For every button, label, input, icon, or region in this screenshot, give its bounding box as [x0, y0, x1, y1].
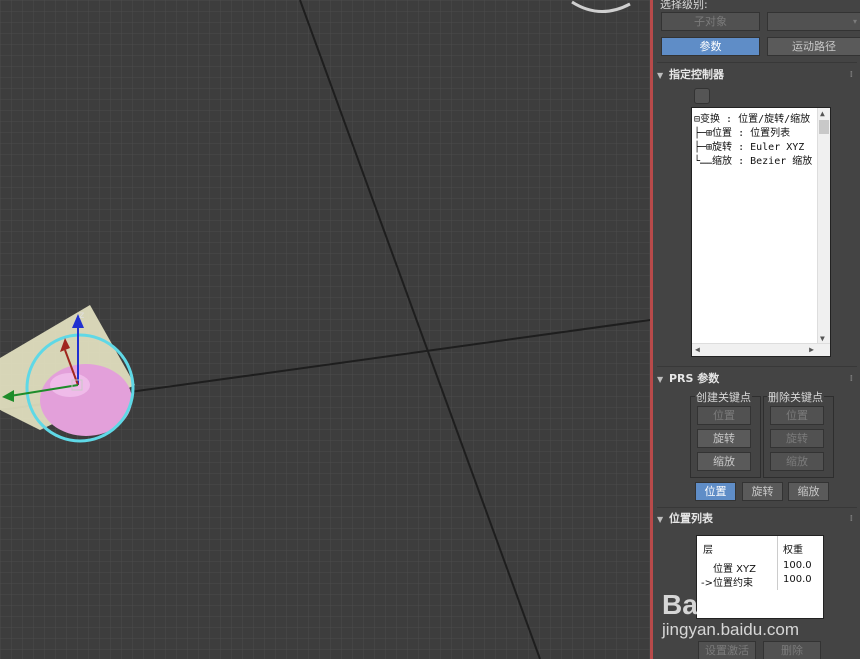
position-list-header[interactable]: ▼ 位置列表 ⁞	[657, 511, 857, 527]
set-active-button[interactable]: 设置激活	[698, 641, 756, 659]
layer-weight[interactable]: 100.0	[783, 574, 812, 585]
delete-scale-key-button[interactable]: 缩放	[770, 452, 824, 471]
viewport-grid: z	[0, 0, 650, 659]
position-list-title: 位置列表	[669, 512, 713, 525]
delete-rotation-key-button[interactable]: 旋转	[770, 429, 824, 448]
tab-params[interactable]: 参数	[661, 37, 760, 56]
sub-object-button[interactable]: 子对象	[661, 12, 760, 31]
delete-layer-button[interactable]: 删除	[763, 641, 821, 659]
assign-controller-title: 指定控制器	[669, 68, 724, 81]
assign-controller-header[interactable]: ▼ 指定控制器 ⁞	[657, 67, 857, 83]
collapse-icon: ▼	[657, 515, 664, 524]
gizmo-axis-label: z	[79, 310, 84, 321]
scroll-left-icon[interactable]: ◀	[695, 345, 700, 354]
command-panel: 选择级别: 子对象 ▾ 参数 运动路径 ▼ 指定控制器 ⁞ ⊟变换 : 位置/旋转…	[653, 0, 860, 659]
create-key-title: 创建关键点	[695, 389, 752, 405]
perspective-viewport[interactable]: z	[0, 0, 650, 659]
create-position-key-button[interactable]: 位置	[697, 406, 751, 425]
baidu-watermark-url: jingyan.baidu.com	[662, 620, 800, 639]
layer-name[interactable]: 位置 XYZ	[713, 560, 756, 575]
rollout-grip-icon: ⁞	[849, 70, 853, 80]
scroll-right-icon[interactable]: ▶	[809, 345, 814, 354]
layer-weight[interactable]: 100.0	[783, 560, 812, 571]
tree-item-position[interactable]: ├─⊞位置 : 位置列表	[694, 124, 790, 139]
mode-rotation-button[interactable]: 旋转	[742, 482, 783, 501]
scroll-down-icon[interactable]: ▼	[820, 334, 825, 343]
tree-item-rotation[interactable]: ├─⊞旋转 : Euler XYZ	[694, 138, 804, 153]
rollout-grip-icon: ⁞	[849, 514, 853, 524]
mode-position-button[interactable]: 位置	[695, 482, 736, 501]
delete-key-title: 删除关键点	[767, 389, 824, 405]
scroll-up-icon[interactable]: ▲	[820, 109, 825, 118]
select-level-label: 选择级别:	[660, 0, 708, 11]
column-header-weight: 权重	[783, 545, 803, 556]
baidu-watermark-logo: Bai 经验	[662, 589, 770, 620]
tree-horizontal-scrollbar[interactable]: ◀ ▶	[692, 343, 830, 356]
tree-item-scale[interactable]: └……缩放 : Bezier 缩放	[694, 152, 812, 167]
prs-params-title: PRS 参数	[669, 372, 720, 385]
tree-item-transform[interactable]: ⊟变换 : 位置/旋转/缩放	[694, 110, 810, 125]
collapse-icon: ▼	[657, 71, 664, 80]
delete-position-key-button[interactable]: 位置	[770, 406, 824, 425]
create-scale-key-button[interactable]: 缩放	[697, 452, 751, 471]
tab-motion-path[interactable]: 运动路径	[767, 37, 860, 56]
assign-controller-icon[interactable]	[694, 88, 710, 104]
sub-object-dropdown[interactable]: ▾	[767, 12, 860, 31]
column-header-layer: 层	[703, 545, 713, 556]
prs-params-header[interactable]: ▼ PRS 参数 ⁞	[657, 371, 857, 387]
scroll-thumb[interactable]	[819, 120, 829, 134]
tree-vertical-scrollbar[interactable]: ▲ ▼	[817, 108, 830, 344]
create-rotation-key-button[interactable]: 旋转	[697, 429, 751, 448]
rollout-grip-icon: ⁞	[849, 374, 853, 384]
mode-scale-button[interactable]: 缩放	[788, 482, 829, 501]
collapse-icon: ▼	[657, 375, 664, 384]
controller-tree[interactable]: ⊟变换 : 位置/旋转/缩放 ├─⊞位置 : 位置列表 ├─⊞旋转 : Eule…	[691, 107, 831, 357]
